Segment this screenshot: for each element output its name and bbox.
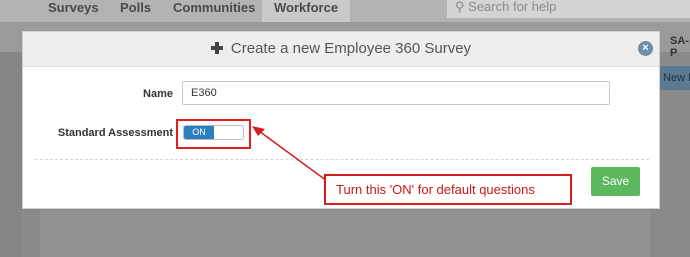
arrow-line (258, 130, 328, 182)
annotation-callout: Turn this 'ON' for default questions (324, 174, 572, 205)
annotation-arrow (252, 126, 328, 182)
